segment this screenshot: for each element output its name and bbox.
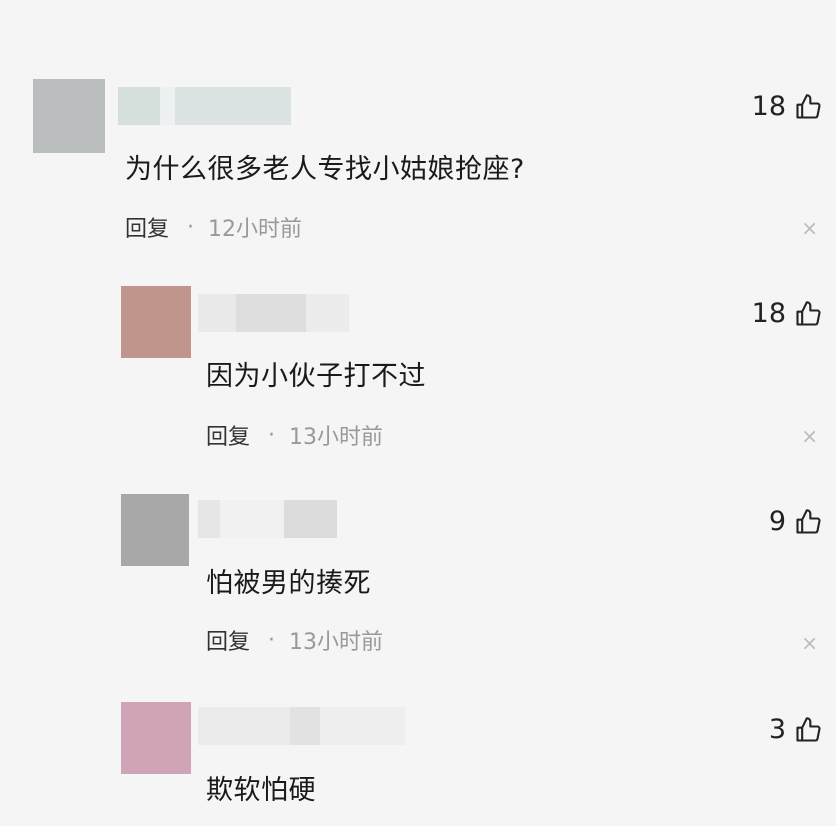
username-blurred[interactable] xyxy=(118,87,291,125)
close-icon[interactable]: × xyxy=(801,633,818,653)
timestamp: 12小时前 xyxy=(208,217,303,242)
close-icon[interactable]: × xyxy=(801,218,818,238)
comment-meta: 回复 · 13小时前 xyxy=(206,624,383,656)
avatar[interactable] xyxy=(33,79,105,153)
thumbs-up-icon xyxy=(796,93,821,119)
like-button[interactable]: 18 xyxy=(752,91,822,122)
like-button[interactable]: 18 xyxy=(752,298,822,329)
timestamp: 13小时前 xyxy=(289,425,384,450)
like-button[interactable]: 9 xyxy=(769,506,822,537)
comment-text: 因为小伙子打不过 xyxy=(206,361,426,392)
username-blurred[interactable] xyxy=(198,500,337,538)
like-count: 18 xyxy=(751,298,786,329)
timestamp: 13小时前 xyxy=(289,630,384,655)
comment-meta: 回复 · 12小时前 xyxy=(125,211,302,243)
like-count: 18 xyxy=(751,91,786,122)
avatar[interactable] xyxy=(121,494,189,566)
comment-meta: 回复 · 13小时前 xyxy=(206,419,383,451)
comment-text: 欺软怕硬 xyxy=(206,775,316,806)
separator-dot: · xyxy=(187,214,195,240)
close-icon[interactable]: × xyxy=(801,426,818,446)
comment-text: 怕被男的揍死 xyxy=(206,568,371,599)
comment-text: 为什么很多老人专找小姑娘抢座? xyxy=(125,154,525,185)
reply-button[interactable]: 回复 xyxy=(125,211,169,243)
thumbs-up-icon xyxy=(796,508,821,534)
like-button[interactable]: 3 xyxy=(769,714,822,745)
username-blurred[interactable] xyxy=(198,294,349,332)
separator-dot: · xyxy=(268,422,276,448)
like-count: 3 xyxy=(768,714,786,745)
reply-button[interactable]: 回复 xyxy=(206,624,250,656)
thumbs-up-icon xyxy=(796,716,821,742)
reply-button[interactable]: 回复 xyxy=(206,419,250,451)
thumbs-up-icon xyxy=(796,300,821,326)
username-blurred[interactable] xyxy=(198,707,405,745)
avatar[interactable] xyxy=(121,286,191,358)
like-count: 9 xyxy=(768,506,786,537)
separator-dot: · xyxy=(268,627,276,653)
avatar[interactable] xyxy=(121,702,191,774)
